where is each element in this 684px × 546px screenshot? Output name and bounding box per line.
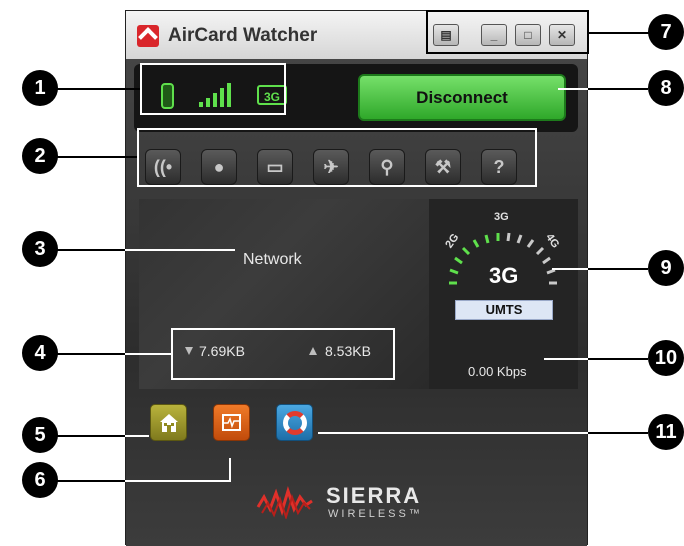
app-logo-icon bbox=[137, 25, 159, 47]
brand-name: SIERRA bbox=[326, 483, 422, 508]
brand-subtitle: WIRELESS™ bbox=[328, 508, 423, 520]
callout-10: 10 bbox=[648, 340, 684, 376]
callout-7: 7 bbox=[648, 14, 684, 50]
callout-5: 5 bbox=[22, 417, 58, 453]
transfer-rate: 0.00 Kbps bbox=[468, 364, 527, 379]
disconnect-button[interactable]: Disconnect bbox=[358, 74, 566, 121]
activity-monitor-icon bbox=[222, 414, 241, 431]
current-tech: 3G bbox=[489, 263, 519, 288]
support-button[interactable] bbox=[276, 404, 313, 441]
callout-box-toolbar bbox=[137, 128, 537, 187]
callout-box-traffic bbox=[171, 328, 395, 380]
callout-box-window-controls bbox=[426, 10, 589, 54]
brand-mark-icon bbox=[256, 486, 313, 519]
monitor-button[interactable] bbox=[213, 404, 250, 441]
home-icon bbox=[160, 414, 178, 432]
callout-3: 3 bbox=[22, 231, 58, 267]
callout-9: 9 bbox=[648, 250, 684, 286]
callout-6: 6 bbox=[22, 462, 58, 498]
home-button[interactable] bbox=[150, 404, 187, 441]
sierra-wireless-logo: SIERRA WIRELESS™ bbox=[256, 479, 476, 529]
callout-4: 4 bbox=[22, 335, 58, 371]
network-name: Network bbox=[243, 251, 302, 268]
callout-box-status bbox=[140, 63, 286, 115]
speed-panel: 2G 3G 4G 3G UMTS 0.00 Kbps bbox=[429, 199, 578, 389]
network-mode: UMTS bbox=[455, 300, 553, 320]
gauge-label-3g: 3G bbox=[494, 211, 509, 223]
callout-8: 8 bbox=[648, 70, 684, 106]
callout-11: 11 bbox=[648, 414, 684, 450]
callout-1: 1 bbox=[22, 70, 58, 106]
technology-gauge: 2G 3G 4G 3G bbox=[437, 207, 569, 297]
lifebuoy-icon bbox=[283, 411, 307, 435]
callout-2: 2 bbox=[22, 138, 58, 174]
window-title: AirCard Watcher bbox=[168, 25, 318, 46]
